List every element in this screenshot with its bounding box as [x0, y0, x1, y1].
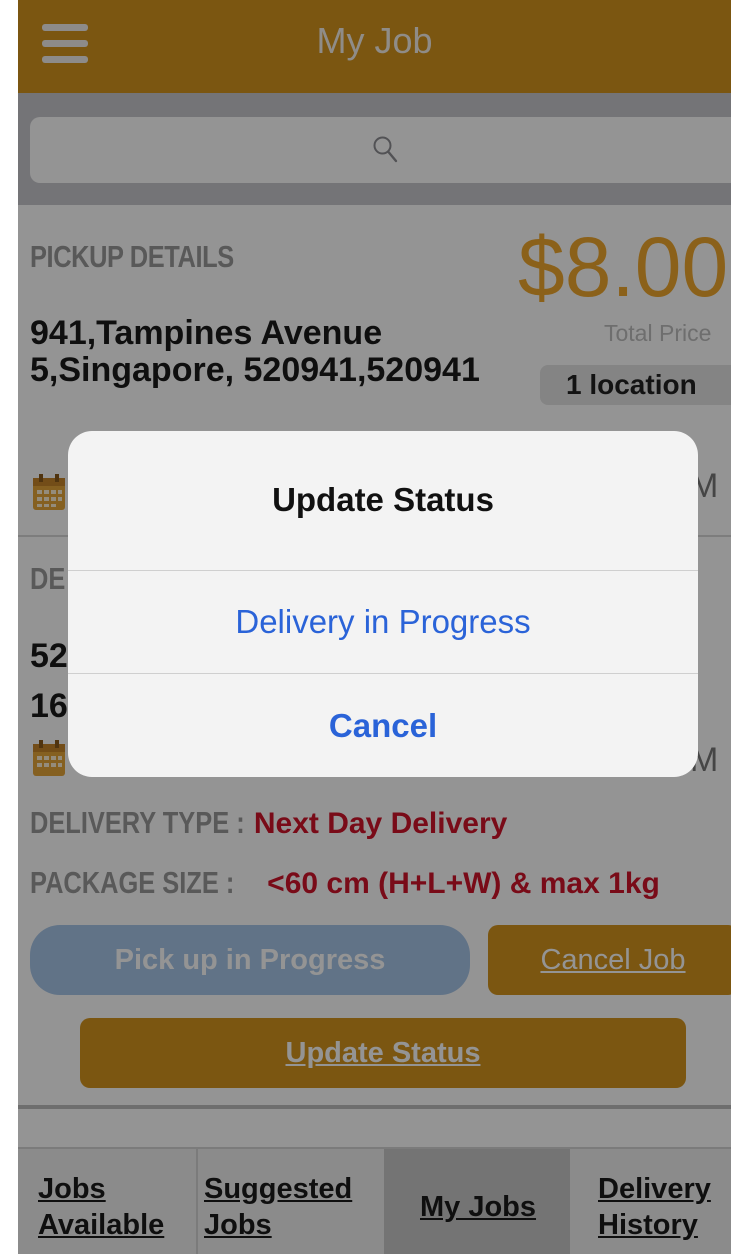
- alert-cancel-button[interactable]: Cancel: [68, 674, 698, 777]
- delivery-in-progress-option[interactable]: Delivery in Progress: [68, 571, 698, 673]
- alert-title: Update Status: [272, 481, 494, 518]
- update-status-alert: Update Status Delivery in Progress Cance…: [68, 431, 698, 777]
